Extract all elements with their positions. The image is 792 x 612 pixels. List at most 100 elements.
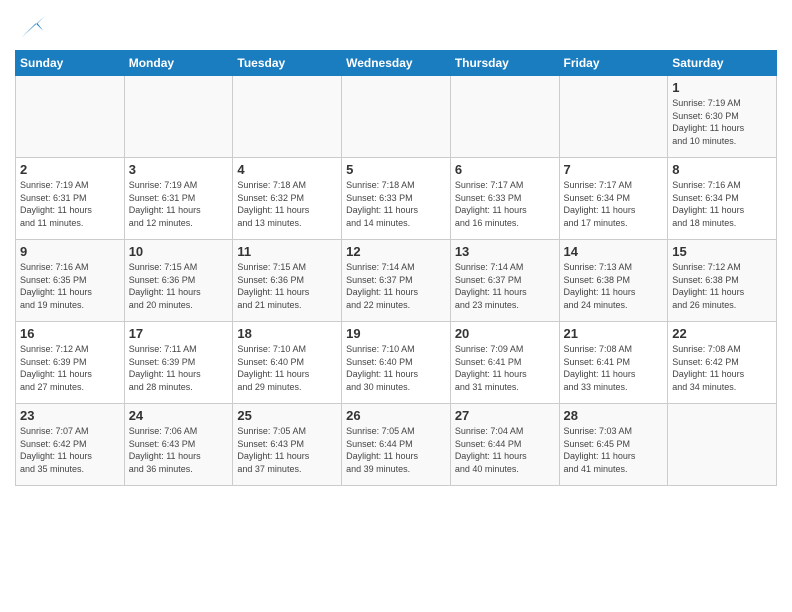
day-cell: [16, 76, 125, 158]
day-info: Sunrise: 7:05 AMSunset: 6:43 PMDaylight:…: [237, 425, 337, 475]
week-row-2: 9 Sunrise: 7:16 AMSunset: 6:35 PMDaylight…: [16, 240, 777, 322]
day-number: 6: [455, 162, 555, 177]
day-number: 23: [20, 408, 120, 423]
day-cell: 20 Sunrise: 7:09 AMSunset: 6:41 PMDayligh…: [450, 322, 559, 404]
day-cell: 26 Sunrise: 7:05 AMSunset: 6:44 PMDayligh…: [342, 404, 451, 486]
calendar-table: SundayMondayTuesdayWednesdayThursdayFrid…: [15, 50, 777, 486]
day-number: 20: [455, 326, 555, 341]
day-number: 9: [20, 244, 120, 259]
day-cell: 28 Sunrise: 7:03 AMSunset: 6:45 PMDayligh…: [559, 404, 668, 486]
day-cell: [124, 76, 233, 158]
day-info: Sunrise: 7:12 AMSunset: 6:39 PMDaylight:…: [20, 343, 120, 393]
day-info: Sunrise: 7:15 AMSunset: 6:36 PMDaylight:…: [129, 261, 229, 311]
day-number: 3: [129, 162, 229, 177]
day-info: Sunrise: 7:03 AMSunset: 6:45 PMDaylight:…: [564, 425, 664, 475]
day-header-thursday: Thursday: [450, 51, 559, 76]
day-info: Sunrise: 7:07 AMSunset: 6:42 PMDaylight:…: [20, 425, 120, 475]
day-cell: [233, 76, 342, 158]
day-number: 16: [20, 326, 120, 341]
day-number: 19: [346, 326, 446, 341]
day-info: Sunrise: 7:15 AMSunset: 6:36 PMDaylight:…: [237, 261, 337, 311]
day-number: 21: [564, 326, 664, 341]
day-number: 28: [564, 408, 664, 423]
day-number: 14: [564, 244, 664, 259]
day-info: Sunrise: 7:08 AMSunset: 6:41 PMDaylight:…: [564, 343, 664, 393]
day-number: 18: [237, 326, 337, 341]
day-number: 7: [564, 162, 664, 177]
day-info: Sunrise: 7:14 AMSunset: 6:37 PMDaylight:…: [455, 261, 555, 311]
logo: [15, 14, 45, 42]
day-cell: 4Sunrise: 7:18 AMSunset: 6:32 PMDaylight…: [233, 158, 342, 240]
day-number: 26: [346, 408, 446, 423]
calendar-header-row: SundayMondayTuesdayWednesdayThursdayFrid…: [16, 51, 777, 76]
day-info: Sunrise: 7:16 AMSunset: 6:35 PMDaylight:…: [20, 261, 120, 311]
day-info: Sunrise: 7:11 AMSunset: 6:39 PMDaylight:…: [129, 343, 229, 393]
day-header-friday: Friday: [559, 51, 668, 76]
day-cell: 12Sunrise: 7:14 AMSunset: 6:37 PMDayligh…: [342, 240, 451, 322]
day-cell: 24 Sunrise: 7:06 AMSunset: 6:43 PMDayligh…: [124, 404, 233, 486]
day-info: Sunrise: 7:08 AMSunset: 6:42 PMDaylight:…: [672, 343, 772, 393]
day-cell: 22 Sunrise: 7:08 AMSunset: 6:42 PMDayligh…: [668, 322, 777, 404]
day-info: Sunrise: 7:09 AMSunset: 6:41 PMDaylight:…: [455, 343, 555, 393]
day-info: Sunrise: 7:19 AMSunset: 6:31 PMDaylight:…: [129, 179, 229, 229]
day-header-monday: Monday: [124, 51, 233, 76]
day-info: Sunrise: 7:16 AMSunset: 6:34 PMDaylight:…: [672, 179, 772, 229]
day-cell: 10 Sunrise: 7:15 AMSunset: 6:36 PMDayligh…: [124, 240, 233, 322]
logo-icon: [17, 14, 45, 42]
day-cell: 9 Sunrise: 7:16 AMSunset: 6:35 PMDaylight…: [16, 240, 125, 322]
day-cell: [559, 76, 668, 158]
day-number: 15: [672, 244, 772, 259]
day-header-wednesday: Wednesday: [342, 51, 451, 76]
day-info: Sunrise: 7:17 AMSunset: 6:34 PMDaylight:…: [564, 179, 664, 229]
day-cell: 8 Sunrise: 7:16 AMSunset: 6:34 PMDaylight…: [668, 158, 777, 240]
day-cell: 11 Sunrise: 7:15 AMSunset: 6:36 PMDayligh…: [233, 240, 342, 322]
week-row-1: 2Sunrise: 7:19 AMSunset: 6:31 PMDaylight…: [16, 158, 777, 240]
day-cell: 2Sunrise: 7:19 AMSunset: 6:31 PMDaylight…: [16, 158, 125, 240]
day-cell: 13 Sunrise: 7:14 AMSunset: 6:37 PMDayligh…: [450, 240, 559, 322]
day-info: Sunrise: 7:10 AMSunset: 6:40 PMDaylight:…: [346, 343, 446, 393]
day-number: 12: [346, 244, 446, 259]
day-cell: 21 Sunrise: 7:08 AMSunset: 6:41 PMDayligh…: [559, 322, 668, 404]
day-cell: [668, 404, 777, 486]
day-info: Sunrise: 7:04 AMSunset: 6:44 PMDaylight:…: [455, 425, 555, 475]
day-cell: [342, 76, 451, 158]
day-cell: 15 Sunrise: 7:12 AMSunset: 6:38 PMDayligh…: [668, 240, 777, 322]
day-header-saturday: Saturday: [668, 51, 777, 76]
day-number: 11: [237, 244, 337, 259]
day-number: 1: [672, 80, 772, 95]
day-cell: 19 Sunrise: 7:10 AMSunset: 6:40 PMDayligh…: [342, 322, 451, 404]
day-cell: 1 Sunrise: 7:19 AMSunset: 6:30 PMDaylight…: [668, 76, 777, 158]
day-cell: 16 Sunrise: 7:12 AMSunset: 6:39 PMDayligh…: [16, 322, 125, 404]
day-cell: 23 Sunrise: 7:07 AMSunset: 6:42 PMDayligh…: [16, 404, 125, 486]
week-row-4: 23 Sunrise: 7:07 AMSunset: 6:42 PMDayligh…: [16, 404, 777, 486]
day-number: 5: [346, 162, 446, 177]
header-area: [15, 10, 777, 42]
day-cell: 27 Sunrise: 7:04 AMSunset: 6:44 PMDayligh…: [450, 404, 559, 486]
day-info: Sunrise: 7:12 AMSunset: 6:38 PMDaylight:…: [672, 261, 772, 311]
day-info: Sunrise: 7:05 AMSunset: 6:44 PMDaylight:…: [346, 425, 446, 475]
day-info: Sunrise: 7:19 AMSunset: 6:31 PMDaylight:…: [20, 179, 120, 229]
day-info: Sunrise: 7:18 AMSunset: 6:33 PMDaylight:…: [346, 179, 446, 229]
day-cell: 18Sunrise: 7:10 AMSunset: 6:40 PMDayligh…: [233, 322, 342, 404]
day-header-sunday: Sunday: [16, 51, 125, 76]
day-info: Sunrise: 7:19 AMSunset: 6:30 PMDaylight:…: [672, 97, 772, 147]
day-cell: 6 Sunrise: 7:17 AMSunset: 6:33 PMDaylight…: [450, 158, 559, 240]
day-number: 4: [237, 162, 337, 177]
day-cell: [450, 76, 559, 158]
day-number: 27: [455, 408, 555, 423]
day-number: 25: [237, 408, 337, 423]
week-row-0: 1 Sunrise: 7:19 AMSunset: 6:30 PMDaylight…: [16, 76, 777, 158]
day-number: 17: [129, 326, 229, 341]
day-number: 8: [672, 162, 772, 177]
week-row-3: 16 Sunrise: 7:12 AMSunset: 6:39 PMDayligh…: [16, 322, 777, 404]
day-number: 10: [129, 244, 229, 259]
day-info: Sunrise: 7:06 AMSunset: 6:43 PMDaylight:…: [129, 425, 229, 475]
day-number: 13: [455, 244, 555, 259]
day-number: 22: [672, 326, 772, 341]
day-cell: 5 Sunrise: 7:18 AMSunset: 6:33 PMDaylight…: [342, 158, 451, 240]
day-cell: 17 Sunrise: 7:11 AMSunset: 6:39 PMDayligh…: [124, 322, 233, 404]
day-info: Sunrise: 7:17 AMSunset: 6:33 PMDaylight:…: [455, 179, 555, 229]
day-cell: 14Sunrise: 7:13 AMSunset: 6:38 PMDayligh…: [559, 240, 668, 322]
day-header-tuesday: Tuesday: [233, 51, 342, 76]
day-number: 24: [129, 408, 229, 423]
